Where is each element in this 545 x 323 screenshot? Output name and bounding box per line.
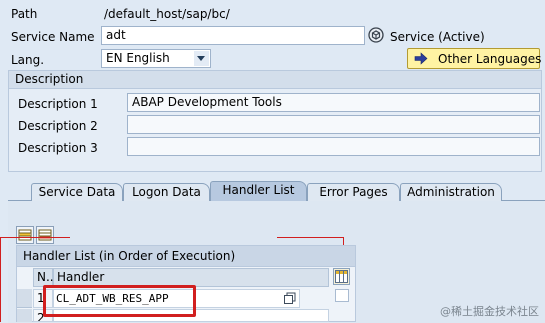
highlight-box [43, 285, 196, 317]
path-value: /default_host/sap/bc/ [104, 7, 230, 21]
description-3-label: Description 3 [18, 141, 98, 155]
description-3-field[interactable] [127, 137, 540, 156]
handler-table-title: Handler List (in Order of Execution) [17, 246, 355, 267]
other-languages-label: Other Languages [438, 52, 542, 66]
table-settings-button[interactable] [333, 268, 350, 285]
delete-row-button[interactable] [36, 226, 54, 244]
service-name-label: Service Name [11, 30, 95, 44]
description-2-label: Description 2 [18, 119, 98, 133]
arrow-right-icon [414, 52, 428, 65]
description-group-title: Description [9, 71, 541, 89]
annotation-line-left-vertical [0, 237, 1, 322]
description-1-field[interactable]: ABAP Development Tools [127, 93, 540, 112]
path-label: Path [11, 7, 38, 21]
tab-administration[interactable]: Administration [400, 183, 502, 201]
annotation-line-left [0, 237, 70, 238]
tab-service-data[interactable]: Service Data [31, 183, 123, 201]
service-status-icon [368, 27, 384, 43]
scrollbar-up[interactable] [335, 289, 349, 302]
row-selector[interactable] [17, 309, 32, 322]
other-languages-button[interactable]: Other Languages [407, 48, 542, 69]
table-settings-icon [335, 270, 348, 286]
watermark: @稀土掘金技术社区 [440, 305, 539, 318]
description-1-label: Description 1 [18, 97, 98, 111]
insert-row-button[interactable] [16, 226, 34, 244]
service-status-text: Service (Active) [390, 30, 485, 44]
tab-error-pages[interactable]: Error Pages [307, 183, 400, 201]
language-dropdown[interactable]: EN English [101, 49, 211, 68]
service-name-field[interactable]: adt [101, 26, 365, 45]
annotation-line-right [277, 237, 344, 238]
tab-handler-list[interactable]: Handler List [210, 181, 307, 201]
lang-label: Lang. [11, 53, 45, 67]
tab-logon-data[interactable]: Logon Data [123, 183, 210, 201]
row-selector[interactable] [17, 289, 32, 308]
chevron-down-icon[interactable] [194, 51, 209, 66]
copy-icon[interactable] [283, 292, 297, 305]
language-dropdown-value: EN English [106, 51, 170, 65]
description-2-field[interactable] [127, 115, 540, 134]
